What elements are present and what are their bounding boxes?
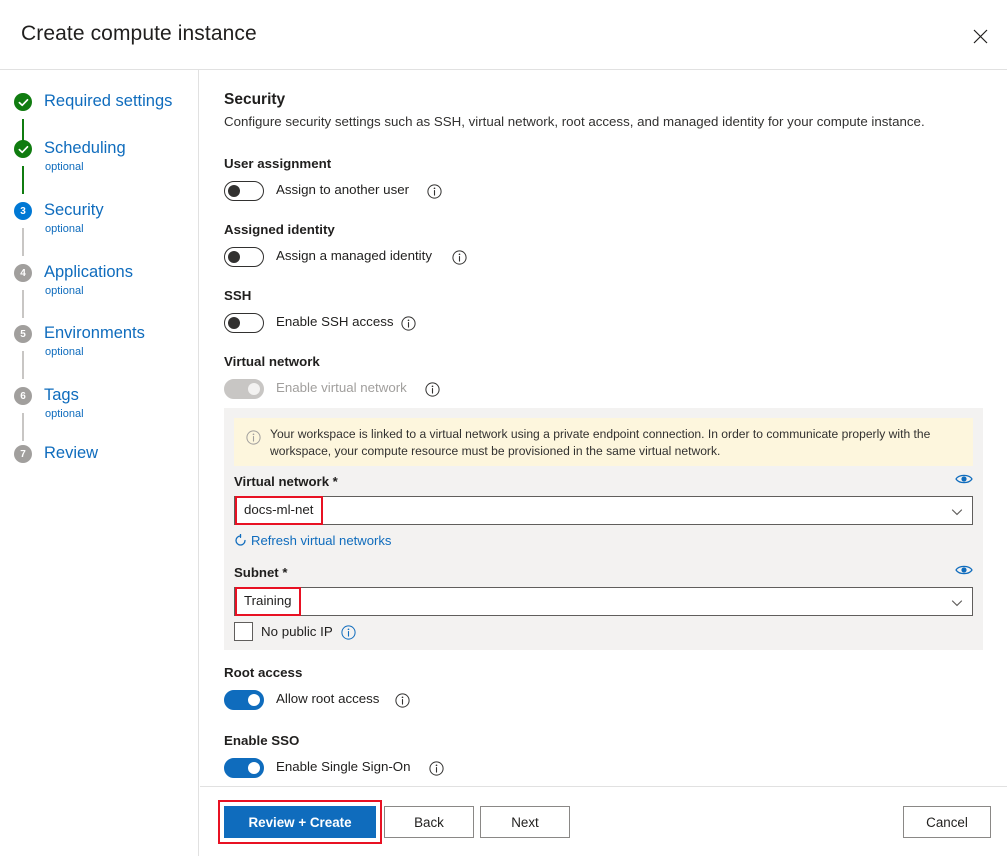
assign-managed-identity-label: Assign a managed identity xyxy=(276,248,432,263)
subnet-dropdown[interactable]: Training xyxy=(234,587,973,616)
sidebar-item-label: Tags xyxy=(44,384,79,406)
virtual-network-field-label: Virtual network * xyxy=(234,474,338,489)
user-assignment-label: User assignment xyxy=(224,156,331,171)
no-public-ip-checkbox[interactable] xyxy=(234,622,253,641)
assigned-identity-label: Assigned identity xyxy=(224,222,335,237)
step-number-badge: 3 xyxy=(14,202,32,220)
security-panel: Security Configure security settings suc… xyxy=(200,70,1007,786)
refresh-virtual-networks-label: Refresh virtual networks xyxy=(251,533,391,548)
allow-root-access-label: Allow root access xyxy=(276,691,379,706)
step-number-badge: 5 xyxy=(14,325,32,343)
enable-sso-row: Enable Single Sign-On xyxy=(224,758,504,778)
subnet-field-label: Subnet * xyxy=(234,565,287,580)
dialog-header: Create compute instance xyxy=(0,0,1007,70)
subnet-value: Training xyxy=(244,593,292,608)
page-title: Create compute instance xyxy=(21,22,257,46)
step-connector xyxy=(22,166,24,194)
info-icon[interactable] xyxy=(394,692,410,708)
enable-virtual-network-label: Enable virtual network xyxy=(276,380,407,395)
no-public-ip-label: No public IP xyxy=(261,624,333,639)
info-icon[interactable] xyxy=(341,625,357,641)
assign-managed-identity-toggle[interactable] xyxy=(224,247,264,267)
sidebar-item-sublabel: optional xyxy=(45,160,84,174)
enable-ssh-access-label: Enable SSH access xyxy=(276,314,394,329)
virtual-network-dropdown[interactable]: docs-ml-net xyxy=(234,496,973,525)
sidebar-item-sublabel: optional xyxy=(45,284,84,298)
step-number-badge: 7 xyxy=(14,445,32,463)
reveal-eye-icon[interactable] xyxy=(955,472,973,488)
allow-root-access-toggle[interactable] xyxy=(224,690,264,710)
wizard-step-rail: Required settings Scheduling optional 3 … xyxy=(0,70,199,856)
step-connector xyxy=(22,228,24,256)
step-check-icon xyxy=(14,140,32,158)
info-icon xyxy=(246,430,261,445)
step-check-icon xyxy=(14,93,32,111)
close-icon[interactable] xyxy=(963,20,997,52)
virtual-network-row: Enable virtual network xyxy=(224,379,494,399)
reveal-eye-icon[interactable] xyxy=(955,563,973,579)
virtual-network-settings-panel: Your workspace is linked to a virtual ne… xyxy=(224,408,983,650)
root-access-label: Root access xyxy=(224,665,302,680)
section-title: Security xyxy=(224,91,285,109)
step-connector xyxy=(22,290,24,318)
info-icon[interactable] xyxy=(400,315,416,331)
section-description: Configure security settings such as SSH,… xyxy=(224,114,925,129)
enable-ssh-access-toggle[interactable] xyxy=(224,313,264,333)
enable-sso-label: Enable SSO xyxy=(224,733,299,748)
step-connector xyxy=(22,413,24,441)
refresh-virtual-networks-link[interactable]: Refresh virtual networks xyxy=(234,533,391,548)
step-number-badge: 6 xyxy=(14,387,32,405)
sidebar-item-label: Review xyxy=(44,442,98,464)
enable-single-sign-on-toggle[interactable] xyxy=(224,758,264,778)
cancel-button[interactable]: Cancel xyxy=(903,806,991,838)
ssh-row: Enable SSH access xyxy=(224,313,474,333)
dialog-footer: Review + Create Back Next Cancel xyxy=(200,786,1007,856)
sidebar-item-label: Scheduling xyxy=(44,137,126,159)
step-number-badge: 4 xyxy=(14,264,32,282)
back-button[interactable]: Back xyxy=(384,806,474,838)
assign-to-another-user-label: Assign to another user xyxy=(276,182,409,197)
sidebar-item-label: Applications xyxy=(44,261,133,283)
virtual-network-label: Virtual network xyxy=(224,354,320,369)
info-icon[interactable] xyxy=(428,760,444,776)
step-connector xyxy=(22,351,24,379)
sidebar-item-sublabel: optional xyxy=(45,407,84,421)
next-button[interactable]: Next xyxy=(480,806,570,838)
chevron-down-icon xyxy=(951,506,963,518)
sidebar-item-label: Required settings xyxy=(44,90,172,112)
sidebar-item-label: Environments xyxy=(44,322,145,344)
no-public-ip-row: No public IP xyxy=(234,622,357,641)
refresh-icon xyxy=(234,534,247,547)
user-assignment-row: Assign to another user xyxy=(224,181,484,201)
assign-to-another-user-toggle[interactable] xyxy=(224,181,264,201)
info-banner-text: Your workspace is linked to a virtual ne… xyxy=(270,426,960,460)
sidebar-item-label: Security xyxy=(44,199,104,221)
virtual-network-value: docs-ml-net xyxy=(244,502,313,517)
sidebar-item-sublabel: optional xyxy=(45,345,84,359)
info-icon[interactable] xyxy=(424,381,440,397)
root-access-row: Allow root access xyxy=(224,690,484,710)
assigned-identity-row: Assign a managed identity xyxy=(224,247,504,267)
sidebar-item-sublabel: optional xyxy=(45,222,84,236)
info-icon[interactable] xyxy=(451,249,467,265)
review-create-button[interactable]: Review + Create xyxy=(224,806,376,838)
ssh-label: SSH xyxy=(224,288,251,303)
enable-virtual-network-toggle xyxy=(224,379,264,399)
info-icon[interactable] xyxy=(426,183,442,199)
chevron-down-icon xyxy=(951,597,963,609)
info-banner: Your workspace is linked to a virtual ne… xyxy=(234,418,973,466)
enable-single-sign-on-label: Enable Single Sign-On xyxy=(276,759,411,774)
